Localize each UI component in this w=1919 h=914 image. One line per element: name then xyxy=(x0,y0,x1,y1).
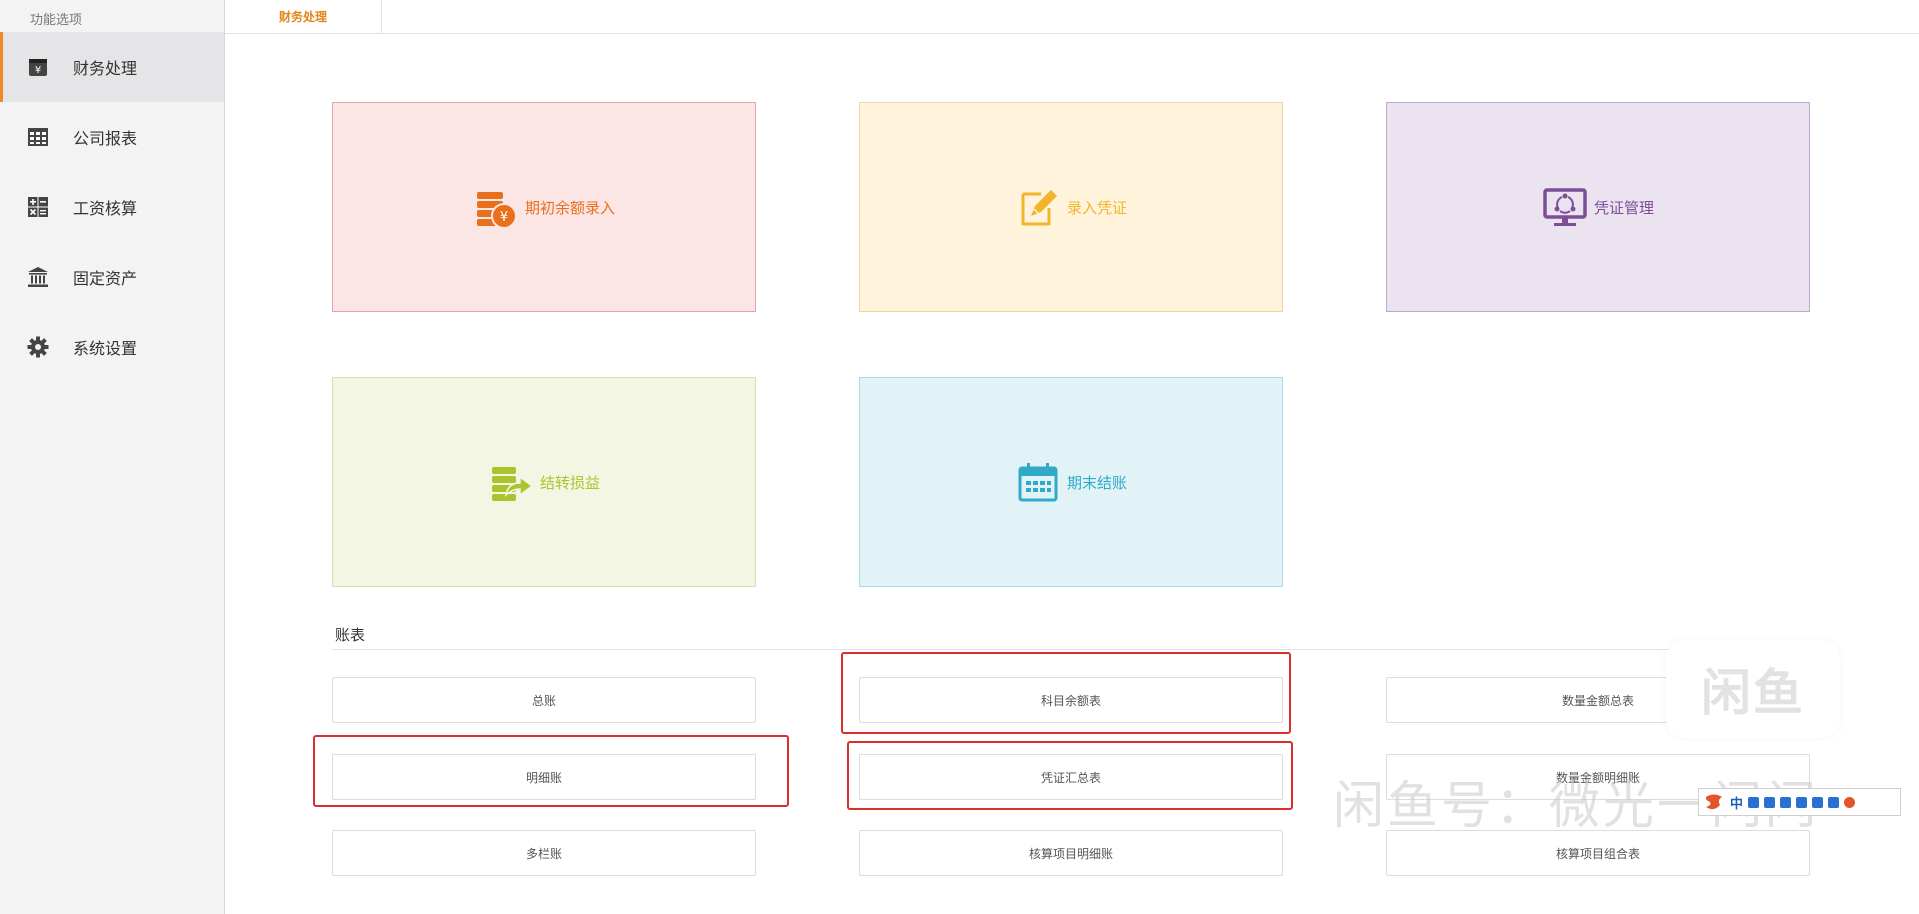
watermark-badge: 闲鱼 xyxy=(1666,640,1840,738)
highlight-box-account-balance xyxy=(841,652,1291,734)
ime-tool-icon[interactable] xyxy=(1844,796,1856,808)
table-grid-icon xyxy=(27,126,49,148)
tab-bar: 财务处理 xyxy=(225,0,1919,34)
calendar-icon xyxy=(1018,463,1058,502)
sidebar-item-finance[interactable]: ¥ 财务处理 xyxy=(0,32,224,102)
ime-tool-icon[interactable] xyxy=(1828,796,1840,808)
opening-balance-card[interactable]: ¥ 期初余额录入 xyxy=(332,102,756,312)
svg-text:¥: ¥ xyxy=(35,65,41,76)
multi-column-ledger-button[interactable]: 多栏账 xyxy=(332,830,756,876)
sidebar-item-system-settings[interactable]: 系统设置 xyxy=(0,312,224,382)
ime-tool-icon[interactable] xyxy=(1764,796,1776,808)
bank-building-icon xyxy=(27,266,49,288)
period-end-closing-card[interactable]: 期末结账 xyxy=(859,377,1283,587)
card-label: 期初余额录入 xyxy=(524,198,615,217)
section-divider xyxy=(332,649,1810,650)
ime-tool-icon[interactable] xyxy=(1780,796,1792,808)
reports-section-title: 账表 xyxy=(335,626,366,644)
card-label: 结转损益 xyxy=(539,473,600,492)
monitor-cycle-icon xyxy=(1543,188,1587,226)
highlight-box-detail-ledger xyxy=(313,735,789,807)
ime-logo-icon xyxy=(1705,794,1722,810)
card-label: 凭证管理 xyxy=(1593,198,1654,217)
ime-tool-icon[interactable] xyxy=(1748,796,1760,808)
sidebar-item-company-reports[interactable]: 公司报表 xyxy=(0,102,224,172)
enter-voucher-card[interactable]: 录入凭证 xyxy=(859,102,1283,312)
ime-tool-icon[interactable] xyxy=(1812,796,1824,808)
sidebar-item-label: 财务处理 xyxy=(73,59,138,78)
card-label: 期末结账 xyxy=(1066,473,1127,492)
voucher-management-card[interactable]: 凭证管理 xyxy=(1386,102,1810,312)
ime-tool-icon[interactable] xyxy=(1796,796,1808,808)
ime-mode-label[interactable]: 中 xyxy=(1730,793,1743,812)
sidebar-menu: ¥ 财务处理 公司报表 工资核算 固定资产 系统设置 xyxy=(0,32,224,382)
sidebar: 功能选项 ¥ 财务处理 公司报表 工资核算 固定资产 系统设置 xyxy=(0,0,225,914)
general-ledger-button[interactable]: 总账 xyxy=(332,677,756,723)
sidebar-item-label: 工资核算 xyxy=(73,199,138,218)
yen-wallet-icon: ¥ xyxy=(27,56,49,78)
gear-icon xyxy=(27,336,49,358)
sidebar-item-fixed-assets[interactable]: 固定资产 xyxy=(0,242,224,312)
tab-finance[interactable]: 财务处理 xyxy=(225,0,382,33)
edit-document-icon xyxy=(1021,190,1057,226)
sidebar-item-label: 公司报表 xyxy=(73,129,138,148)
card-label: 录入凭证 xyxy=(1066,198,1127,217)
accounting-item-detail-button[interactable]: 核算项目明细账 xyxy=(859,830,1283,876)
coin-stack-arrow-icon xyxy=(491,467,534,501)
profit-loss-transfer-card[interactable]: 结转损益 xyxy=(332,377,756,587)
sidebar-item-payroll[interactable]: 工资核算 xyxy=(0,172,224,242)
svg-text:¥: ¥ xyxy=(500,210,508,225)
ime-toolbar: 中 xyxy=(1698,788,1901,816)
highlight-box-voucher-summary xyxy=(847,741,1293,810)
sidebar-item-label: 系统设置 xyxy=(73,339,138,358)
sidebar-item-label: 固定资产 xyxy=(73,269,138,288)
coin-stack-yen-icon: ¥ xyxy=(476,192,517,229)
calculator-icon xyxy=(27,196,49,218)
sidebar-title: 功能选项 xyxy=(30,13,83,28)
